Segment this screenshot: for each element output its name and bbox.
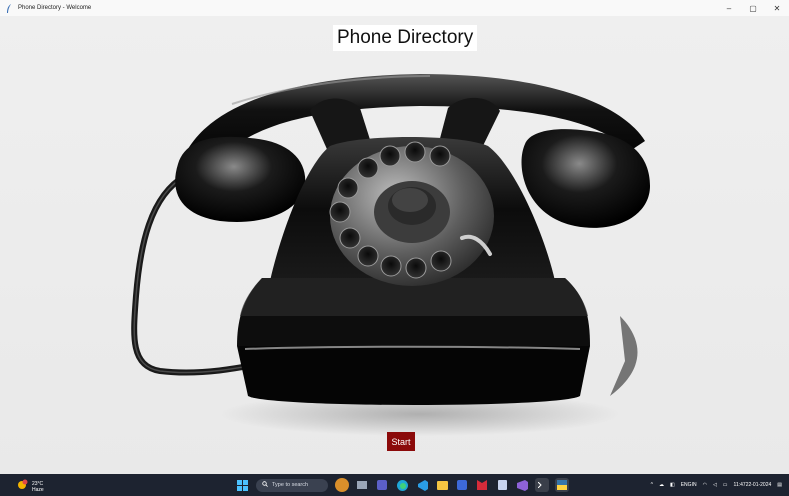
task-view-icon[interactable] — [355, 478, 369, 492]
app-tray-icon[interactable]: ◧ — [670, 482, 675, 488]
system-clock[interactable]: 11:47 22-01-2024 — [734, 482, 772, 488]
start-button[interactable]: Start — [387, 432, 415, 451]
search-placeholder: Type to search — [272, 482, 309, 488]
page-title: Phone Directory — [333, 25, 478, 51]
weather-sun-icon — [17, 478, 29, 496]
visual-studio-icon[interactable] — [515, 478, 529, 492]
vscode-icon[interactable] — [415, 478, 429, 492]
clock-time: 11:47 — [733, 482, 746, 488]
widgets-icon[interactable] — [335, 478, 349, 492]
notification-icon[interactable]: ▤ — [777, 482, 782, 488]
python-icon[interactable] — [555, 478, 569, 492]
windows-taskbar: 23°C Haze Type to search ^ ☁ ◧ ENG IN ◠ … — [0, 474, 789, 496]
mcafee-icon[interactable] — [475, 478, 489, 492]
window-titlebar: Phone Directory - Welcome – ▢ ✕ — [0, 0, 789, 16]
app-feather-icon — [6, 3, 14, 13]
window-title: Phone Directory - Welcome — [18, 5, 92, 11]
terminal-icon[interactable] — [535, 478, 549, 492]
minimize-button[interactable]: – — [717, 0, 741, 16]
weather-widget[interactable]: 23°C Haze — [17, 478, 44, 496]
edge-icon[interactable] — [395, 478, 409, 492]
cloud-icon[interactable]: ☁ — [659, 482, 664, 488]
office-icon[interactable] — [455, 478, 469, 492]
telephone-image — [131, 74, 650, 436]
app-window: Phone Directory Start — [0, 16, 789, 474]
language-indicator[interactable]: ENG IN — [681, 482, 697, 488]
battery-icon[interactable]: ▭ — [723, 482, 728, 488]
maximize-button[interactable]: ▢ — [741, 0, 765, 16]
taskbar-search-box[interactable]: Type to search — [256, 478, 328, 492]
chevron-up-icon[interactable]: ^ — [651, 482, 653, 488]
chat-icon[interactable] — [375, 478, 389, 492]
clock-date: 22-01-2024 — [745, 482, 772, 488]
file-explorer-icon[interactable] — [435, 478, 449, 492]
volume-icon[interactable]: ◁ — [713, 482, 717, 488]
start-menu-icon[interactable] — [235, 478, 249, 492]
wifi-icon[interactable]: ◠ — [703, 482, 707, 488]
language-region: IN — [691, 482, 697, 488]
weather-description: Haze — [32, 487, 44, 493]
search-icon — [262, 481, 268, 489]
close-button[interactable]: ✕ — [765, 0, 789, 16]
notes-icon[interactable] — [495, 478, 509, 492]
language-code: ENG — [680, 482, 692, 488]
